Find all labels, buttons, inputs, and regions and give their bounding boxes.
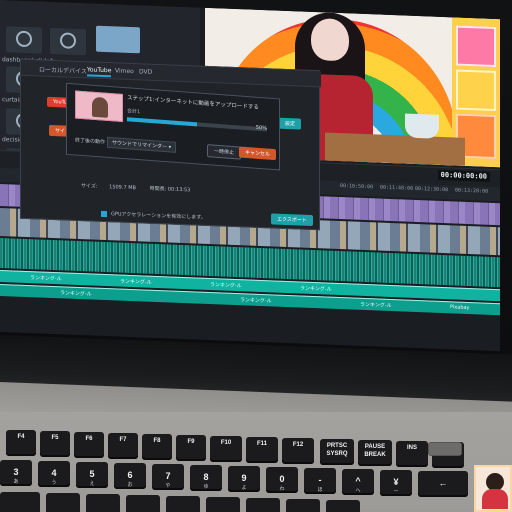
ruler-tick: 00:13:20:00 xyxy=(455,187,489,195)
ruler-tick: 00:11:40:00 xyxy=(380,184,414,192)
power-indicator xyxy=(428,442,462,456)
keyboard: F4 F5 F6 F7 F8 F9 F10 F11 F12 PRTSC SYSR… xyxy=(0,412,512,512)
end-clip-label: Pixabay xyxy=(450,304,470,312)
settings-button[interactable]: 設定 xyxy=(279,117,302,130)
media-thumb[interactable] xyxy=(50,27,86,56)
tab-youtube[interactable]: YouTube xyxy=(87,66,112,78)
pause-button[interactable]: 一時停止 xyxy=(207,144,242,160)
key-fn[interactable]: F12 xyxy=(282,438,314,464)
table xyxy=(325,132,465,166)
audio-clip-label: ランキング-ル xyxy=(240,297,272,305)
progress-bar xyxy=(127,117,267,132)
key-number[interactable]: 3あ xyxy=(0,460,32,486)
gpu-checkbox[interactable] xyxy=(101,210,107,218)
progress-percent: 50% xyxy=(255,124,267,132)
audio-clip-label: ランキング-ル xyxy=(360,301,392,310)
audio-clip-label: ランキング-ル xyxy=(120,278,152,286)
cancel-button[interactable]: キャンセル xyxy=(239,146,277,161)
progress-subtitle: 合計1 xyxy=(127,108,141,116)
progress-title: ステップ1:インターネットに動画をアップロードする xyxy=(127,95,259,111)
key-number[interactable]: 6お xyxy=(114,463,146,489)
key-letter[interactable] xyxy=(126,495,160,512)
key-fn[interactable]: F11 xyxy=(246,437,278,463)
laptop-screen: dashboard-slide1 curtain-open1 decision1 xyxy=(0,0,500,365)
play-icon xyxy=(60,32,76,49)
tab-dvd[interactable]: DVD xyxy=(139,68,152,76)
ruler-tick: 00:12:30:00 xyxy=(415,185,449,194)
key-letter[interactable] xyxy=(246,498,280,512)
key-number[interactable]: 8ゆ xyxy=(190,465,222,491)
key-letter[interactable] xyxy=(166,496,200,512)
media-thumb[interactable] xyxy=(96,25,140,54)
key-fn[interactable]: F6 xyxy=(74,432,104,458)
tab-vimeo[interactable]: Vimeo xyxy=(115,67,134,75)
key-prtsc[interactable]: PRTSC SYSRQ xyxy=(320,439,354,465)
anime-sticker xyxy=(474,465,512,512)
tab-local[interactable]: ローカル xyxy=(39,64,63,74)
key-letter[interactable] xyxy=(46,493,80,512)
key-fn[interactable]: F5 xyxy=(40,431,70,457)
duration-value: 00:13:53 xyxy=(167,186,191,194)
play-icon xyxy=(16,30,32,48)
key-number[interactable]: 9よ xyxy=(228,466,260,492)
key-letter[interactable] xyxy=(206,497,240,512)
key-fn[interactable]: F8 xyxy=(142,434,172,460)
key-number[interactable]: ¥ ー xyxy=(380,470,412,496)
size-value: 1509.7 MB xyxy=(109,184,136,192)
progress-fill xyxy=(127,117,197,127)
gpu-label: GPUアクセラレーションを有効にします。 xyxy=(111,211,206,221)
key-letter[interactable] xyxy=(86,494,120,512)
key-number[interactable]: 0わ xyxy=(266,467,298,493)
media-thumb[interactable] xyxy=(6,26,42,54)
key-fn[interactable]: F9 xyxy=(176,435,206,461)
export-button[interactable]: エクスポート xyxy=(271,213,313,227)
key-number[interactable]: 5え xyxy=(76,462,108,488)
audio-clip-label: ランキング-ル xyxy=(30,275,62,283)
audio-clip-label: ランキング-ル xyxy=(60,290,92,298)
key-backspace[interactable]: ← xyxy=(418,471,468,497)
after-export-label: 終了後の動作 xyxy=(75,137,106,146)
size-label: サイズ: 1509.7 MB 時間長: 00:13:53 xyxy=(81,183,191,194)
after-export-select[interactable]: サウンドでリマインダー ▾ xyxy=(107,136,177,153)
key-number[interactable]: 4う xyxy=(38,461,70,487)
photo: dashboard-slide1 curtain-open1 decision1 xyxy=(0,0,512,512)
key-tab[interactable] xyxy=(0,492,40,512)
glass-bowl xyxy=(405,113,439,139)
timecode: 00:00:00:00 xyxy=(437,169,490,182)
key-ins[interactable]: INS xyxy=(396,441,428,467)
key-letter[interactable] xyxy=(326,500,360,512)
key-fn[interactable]: F10 xyxy=(210,436,242,462)
key-fn[interactable]: F4 xyxy=(6,430,36,456)
key-pause[interactable]: PAUSE BREAK xyxy=(358,440,392,466)
key-number[interactable]: ^ へ xyxy=(342,469,374,495)
key-number[interactable]: -ほ xyxy=(304,468,336,494)
key-fn[interactable]: F7 xyxy=(108,433,138,459)
key-letter[interactable] xyxy=(286,499,320,512)
key-number[interactable]: 7や xyxy=(152,464,184,490)
chevron-down-icon: ▾ xyxy=(168,144,172,151)
ruler-tick: 00:10:50:00 xyxy=(340,183,374,191)
tab-device[interactable]: デバイス xyxy=(63,65,87,75)
video-thumbnail xyxy=(75,90,123,122)
audio-clip-label: ランキング-ル xyxy=(300,285,332,293)
audio-clip-label: ランキング-ル xyxy=(210,282,242,290)
